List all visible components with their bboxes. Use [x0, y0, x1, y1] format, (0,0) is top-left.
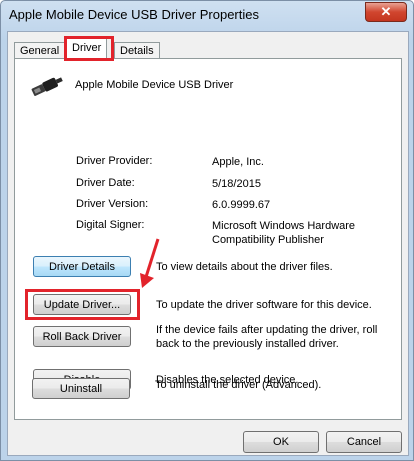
close-button[interactable]: ✕ — [365, 2, 407, 22]
roll-back-driver-description: If the device fails after updating the d… — [156, 324, 378, 350]
driver-details-description: To view details about the driver files. — [156, 261, 333, 273]
device-name: Apple Mobile Device USB Driver — [75, 79, 234, 91]
driver-version-label: Driver Version: — [76, 198, 149, 210]
digital-signer-label: Digital Signer: — [76, 219, 145, 231]
cancel-button[interactable]: Cancel — [326, 431, 402, 453]
red-arrow-icon — [140, 238, 160, 288]
driver-version-value: 6.0.9999.67 — [212, 199, 271, 211]
roll-back-driver-button[interactable]: Roll Back Driver — [33, 326, 131, 347]
update-driver-highlight — [25, 289, 140, 320]
uninstall-description: To uninstall the driver (Advanced). — [155, 379, 322, 391]
driver-tab-panel: Apple Mobile Device USB Driver Driver Pr… — [14, 58, 402, 420]
driver-date-value: 5/18/2015 — [212, 178, 261, 190]
driver-provider-label: Driver Provider: — [76, 155, 153, 167]
dialog-body: General Driver Details Apple Mobile Devi… — [7, 31, 409, 456]
update-driver-description: To update the driver software for this d… — [156, 299, 372, 311]
usb-connector-icon — [31, 77, 63, 96]
close-icon: ✕ — [380, 4, 392, 19]
driver-details-button[interactable]: Driver Details — [33, 256, 131, 277]
ok-button[interactable]: OK — [243, 431, 319, 453]
digital-signer-value: Microsoft Windows Hardware Compatibility… — [212, 220, 356, 246]
properties-window: Apple Mobile Device USB Driver Propertie… — [0, 0, 414, 461]
uninstall-button[interactable]: Uninstall — [32, 378, 130, 399]
window-title: Apple Mobile Device USB Driver Propertie… — [9, 7, 259, 22]
driver-tab-highlight — [64, 36, 114, 61]
driver-provider-value: Apple, Inc. — [212, 156, 264, 168]
driver-date-label: Driver Date: — [76, 177, 135, 189]
